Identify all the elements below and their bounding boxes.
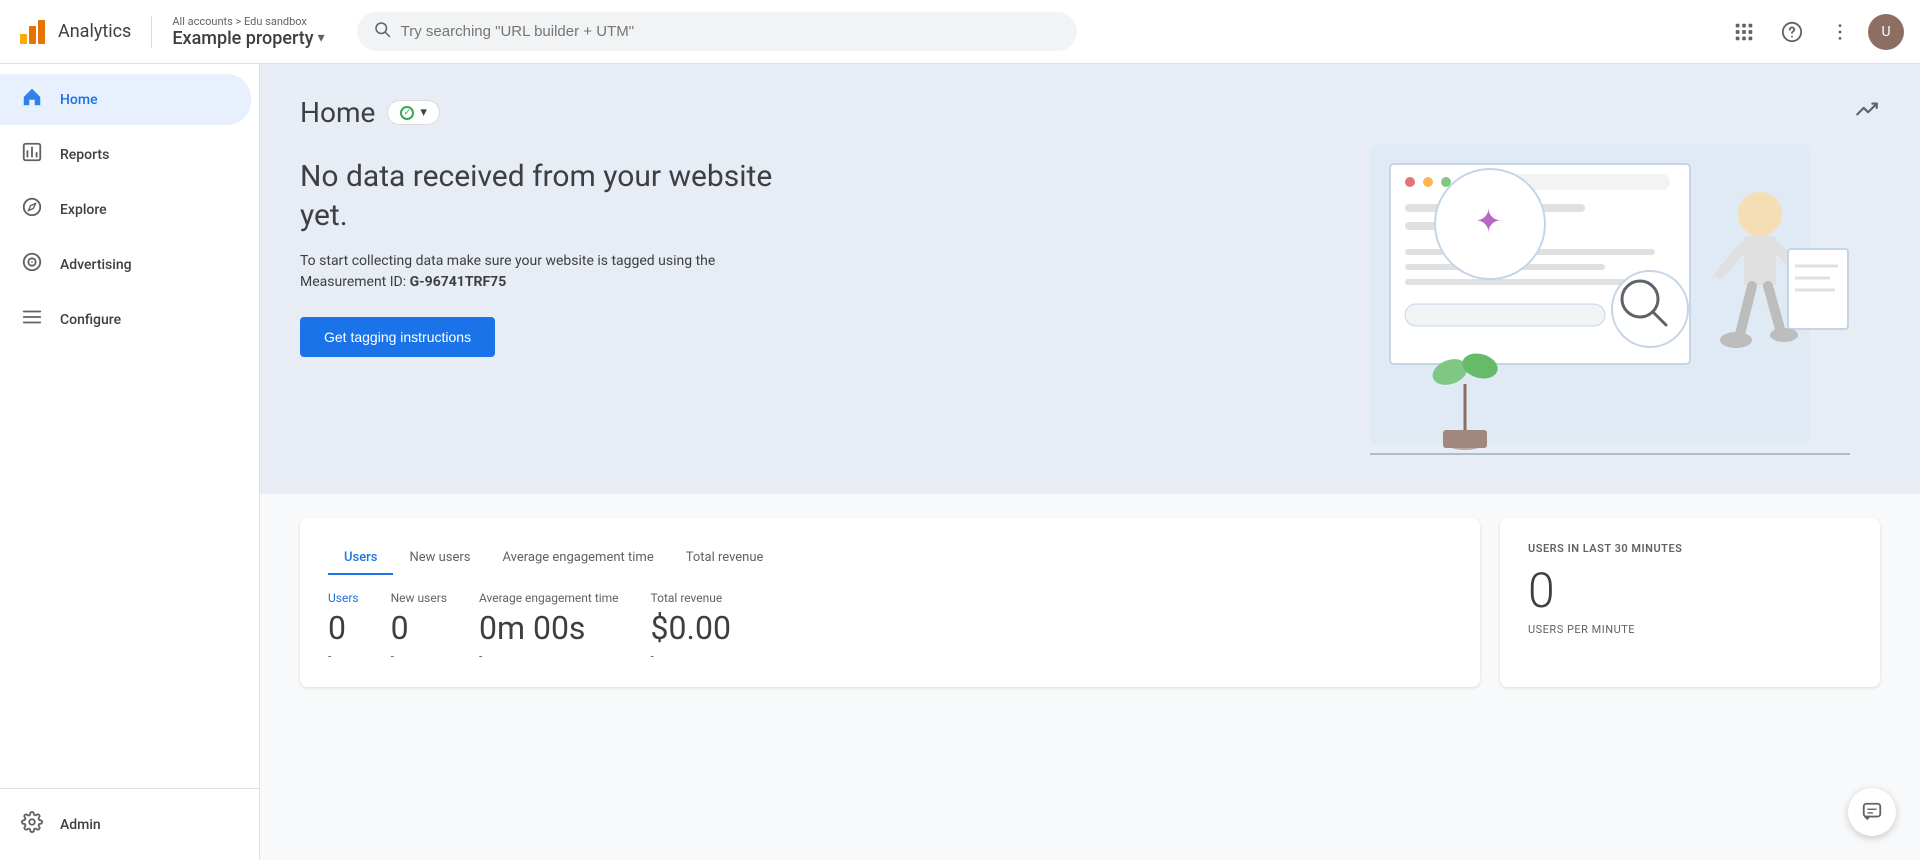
metric-users-value: 0	[328, 609, 359, 647]
top-navigation: Analytics All accounts > Edu sandbox Exa…	[0, 0, 1920, 64]
sidebar-item-explore[interactable]: Explore	[0, 184, 251, 235]
stats-tab-engagement[interactable]: Average engagement time	[487, 542, 670, 575]
configure-icon	[20, 306, 44, 333]
metric-engagement: Average engagement time 0m 00s -	[479, 591, 619, 663]
apps-button[interactable]	[1724, 12, 1764, 52]
body-layout: Home Reports Explore	[0, 64, 1920, 860]
admin-icon	[20, 811, 44, 838]
metric-users-label: Users	[328, 591, 359, 605]
chat-bubble-button[interactable]	[1848, 788, 1896, 836]
status-dot	[400, 106, 414, 120]
stats-metrics: Users 0 - New users 0 - Average engageme…	[328, 591, 1452, 663]
property-name-display[interactable]: Example property ▾	[172, 28, 324, 49]
hero-section: Home ▾ No data received from your websit…	[260, 64, 1920, 494]
metric-revenue: Total revenue $0.00 -	[651, 591, 731, 663]
metric-new-users-change: -	[391, 649, 447, 663]
avatar[interactable]: U	[1868, 14, 1904, 50]
status-dropdown-arrow: ▾	[420, 105, 427, 120]
sidebar-item-home-label: Home	[60, 92, 98, 108]
stats-tab-new-users[interactable]: New users	[393, 542, 486, 575]
stats-tab-users[interactable]: Users	[328, 542, 393, 575]
analytics-logo	[16, 16, 48, 48]
metric-engagement-value: 0m 00s	[479, 609, 619, 647]
status-badge[interactable]: ▾	[387, 100, 440, 125]
illustration-svg: ✦	[1330, 114, 1910, 494]
logo-area: Analytics	[16, 16, 131, 48]
realtime-card: USERS IN LAST 30 MINUTES 0 USERS PER MIN…	[1500, 518, 1880, 687]
metric-users-change: -	[328, 649, 359, 663]
metric-users: Users 0 -	[328, 591, 359, 663]
search-bar[interactable]	[357, 12, 1077, 51]
svg-text:✦: ✦	[1475, 202, 1502, 240]
no-data-subtext: To start collecting data make sure your …	[300, 251, 800, 293]
measurement-id: G-96741TRF75	[410, 274, 507, 290]
help-button[interactable]	[1772, 12, 1812, 52]
metric-engagement-label: Average engagement time	[479, 591, 619, 605]
sidebar: Home Reports Explore	[0, 64, 260, 860]
sidebar-bottom: Admin	[0, 788, 259, 852]
search-input[interactable]	[401, 23, 1061, 40]
stats-section: Users New users Average engagement time …	[260, 494, 1920, 711]
more-options-button[interactable]	[1820, 12, 1860, 52]
property-selector[interactable]: All accounts > Edu sandbox Example prope…	[172, 15, 324, 49]
main-content: Home ▾ No data received from your websit…	[260, 64, 1920, 860]
hero-illustration: ✦	[1320, 64, 1920, 494]
sidebar-item-advertising[interactable]: Advertising	[0, 239, 251, 290]
sidebar-item-reports[interactable]: Reports	[0, 129, 251, 180]
realtime-sublabel: USERS PER MINUTE	[1528, 623, 1852, 636]
nav-divider	[151, 16, 152, 48]
reports-icon	[20, 141, 44, 168]
metric-new-users-label: New users	[391, 591, 447, 605]
stats-tabs: Users New users Average engagement time …	[328, 542, 1452, 575]
metric-revenue-value: $0.00	[651, 609, 731, 647]
metric-new-users-value: 0	[391, 609, 447, 647]
search-icon	[373, 20, 391, 43]
breadcrumb: All accounts > Edu sandbox	[172, 15, 324, 28]
main-stats-card: Users New users Average engagement time …	[300, 518, 1480, 687]
sidebar-item-configure-label: Configure	[60, 312, 121, 328]
sidebar-item-home[interactable]: Home	[0, 74, 251, 125]
sidebar-item-reports-label: Reports	[60, 147, 109, 163]
metric-revenue-change: -	[651, 649, 731, 663]
realtime-label: USERS IN LAST 30 MINUTES	[1528, 542, 1852, 555]
sidebar-item-admin-label: Admin	[60, 817, 101, 833]
no-data-heading: No data received from your website yet.	[300, 157, 800, 235]
property-dropdown-arrow: ▾	[318, 30, 325, 46]
metric-revenue-label: Total revenue	[651, 591, 731, 605]
explore-icon	[20, 196, 44, 223]
sidebar-item-configure[interactable]: Configure	[0, 294, 251, 345]
metric-engagement-change: -	[479, 649, 619, 663]
sidebar-item-explore-label: Explore	[60, 202, 107, 218]
home-icon	[20, 86, 44, 113]
no-data-sub-text: To start collecting data make sure your …	[300, 253, 715, 290]
stats-tab-revenue[interactable]: Total revenue	[670, 542, 780, 575]
hero-title: Home	[300, 96, 375, 129]
realtime-value: 0	[1528, 567, 1852, 615]
advertising-icon	[20, 251, 44, 278]
sidebar-item-advertising-label: Advertising	[60, 257, 132, 273]
metric-new-users: New users 0 -	[391, 591, 447, 663]
property-name-text: Example property	[172, 28, 313, 49]
sidebar-item-admin[interactable]: Admin	[0, 799, 251, 850]
app-name: Analytics	[58, 21, 131, 42]
get-tagging-button[interactable]: Get tagging instructions	[300, 317, 495, 357]
topnav-actions: U	[1724, 12, 1904, 52]
